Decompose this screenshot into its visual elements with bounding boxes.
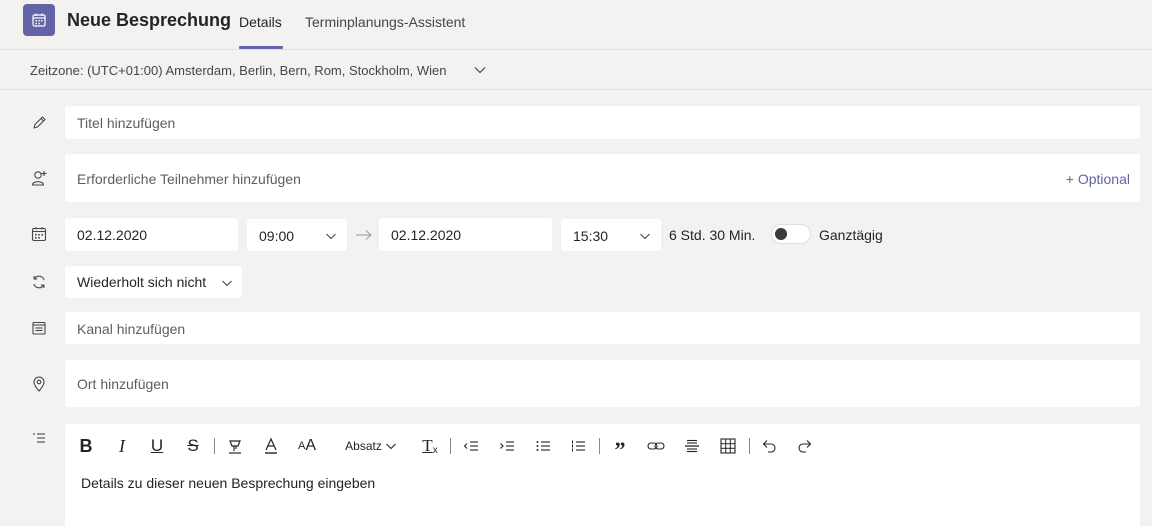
calendar-icon	[23, 4, 55, 36]
end-time-select[interactable]: 15:30	[561, 219, 661, 251]
channel-icon	[30, 319, 48, 337]
toggle-knob	[775, 228, 787, 240]
end-date-value: 02.12.2020	[391, 227, 462, 243]
start-time-value: 09:00	[259, 228, 295, 244]
decrease-indent-icon[interactable]	[462, 434, 480, 458]
chevron-down-icon	[221, 276, 233, 294]
all-day-toggle[interactable]	[771, 224, 811, 244]
font-size-icon[interactable]: AA	[297, 434, 317, 458]
tab-scheduling-assistant[interactable]: Terminplanungs-Assistent	[305, 14, 465, 30]
title-placeholder: Titel hinzufügen	[77, 115, 176, 131]
highlight-icon[interactable]	[225, 434, 245, 458]
end-time-value: 15:30	[573, 228, 609, 244]
timezone-row[interactable]: Zeitzone: (UTC+01:00) Amsterdam, Berlin,…	[0, 51, 1152, 90]
toolbar-divider	[749, 438, 750, 454]
start-date-picker[interactable]: 02.12.2020	[65, 218, 238, 251]
link-icon[interactable]	[647, 434, 665, 458]
attendees-input[interactable]: Erforderliche Teilnehmer hinzufügen + Op…	[65, 154, 1140, 202]
repeat-icon	[30, 273, 48, 291]
add-optional-attendees-link[interactable]: + Optional	[1066, 171, 1130, 187]
end-date-picker[interactable]: 02.12.2020	[379, 218, 552, 251]
chevron-down-icon[interactable]	[473, 63, 487, 82]
undo-icon[interactable]	[760, 434, 778, 458]
page-title: Neue Besprechung	[67, 10, 232, 30]
add-person-icon	[30, 169, 48, 187]
details-placeholder: Details zu dieser neuen Besprechung eing…	[81, 475, 376, 491]
location-placeholder: Ort hinzufügen	[77, 376, 169, 392]
channel-input[interactable]: Kanal hinzufügen	[65, 312, 1140, 344]
arrow-right-icon	[355, 227, 373, 248]
horizontal-line-icon[interactable]	[683, 434, 701, 458]
recurrence-value: Wiederholt sich nicht	[77, 274, 207, 290]
toolbar-divider	[214, 438, 215, 454]
details-editor[interactable]: B I U S AA Absatz Tx ” Details zu dieser…	[65, 424, 1140, 526]
toolbar-divider	[599, 438, 600, 454]
location-pin-icon	[30, 375, 48, 393]
chevron-down-icon	[385, 443, 396, 450]
chevron-down-icon	[325, 229, 337, 247]
location-input[interactable]: Ort hinzufügen	[65, 360, 1140, 407]
start-date-value: 02.12.2020	[77, 227, 148, 243]
underline-icon[interactable]: U	[148, 434, 166, 458]
redo-icon[interactable]	[796, 434, 814, 458]
bullet-list-icon[interactable]	[534, 434, 552, 458]
increase-indent-icon[interactable]	[498, 434, 516, 458]
font-color-icon[interactable]	[262, 434, 280, 458]
italic-icon[interactable]: I	[113, 434, 131, 458]
table-icon[interactable]	[719, 434, 737, 458]
clear-formatting-icon[interactable]: Tx	[420, 434, 440, 458]
numbered-list-icon[interactable]	[569, 434, 587, 458]
bold-icon[interactable]: B	[77, 434, 95, 458]
paragraph-style-label: Absatz	[345, 439, 382, 453]
active-tab-indicator	[239, 46, 283, 49]
paragraph-style-dropdown[interactable]: Absatz	[344, 434, 398, 458]
toolbar-divider	[450, 438, 451, 454]
tab-details[interactable]: Details	[239, 14, 282, 30]
strikethrough-icon[interactable]: S	[184, 434, 202, 458]
timezone-label: Zeitzone: (UTC+01:00) Amsterdam, Berlin,…	[30, 63, 447, 78]
calendar-icon	[30, 225, 48, 243]
meeting-header: Neue Besprechung Details Terminplanungs-…	[0, 0, 1152, 50]
meeting-duration: 6 Std. 30 Min.	[669, 227, 756, 243]
pencil-icon	[30, 114, 48, 132]
chevron-down-icon	[639, 229, 651, 247]
recurrence-select[interactable]: Wiederholt sich nicht	[65, 266, 242, 298]
start-time-select[interactable]: 09:00	[247, 219, 347, 251]
attendees-placeholder: Erforderliche Teilnehmer hinzufügen	[77, 171, 301, 187]
channel-placeholder: Kanal hinzufügen	[77, 321, 186, 337]
title-input[interactable]: Titel hinzufügen	[65, 106, 1140, 139]
all-day-label: Ganztägig	[819, 227, 883, 243]
details-list-icon	[30, 430, 48, 448]
quote-icon[interactable]: ”	[611, 434, 629, 462]
